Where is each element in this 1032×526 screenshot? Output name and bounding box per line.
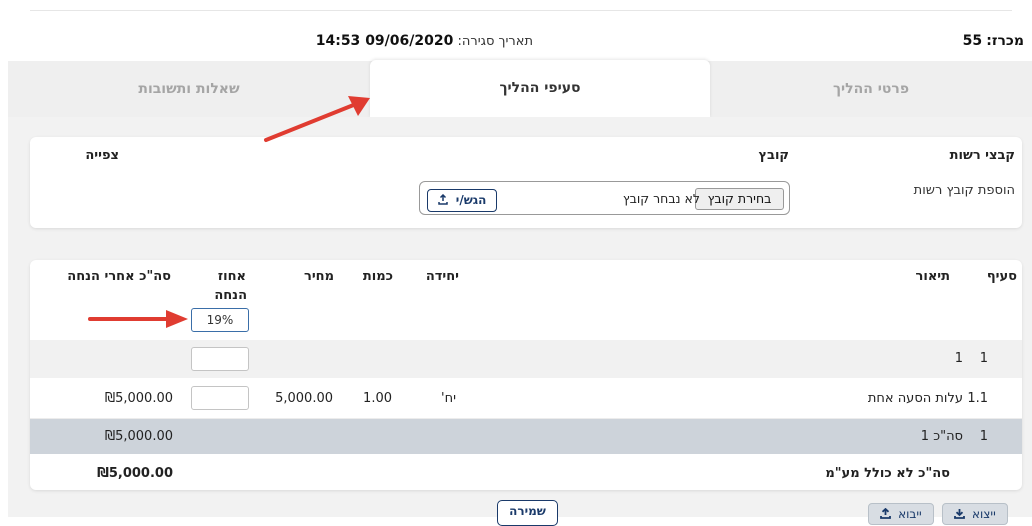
submit-file-button[interactable]: הגש/י	[427, 189, 497, 212]
row2-discount-input[interactable]	[191, 386, 249, 410]
export-label: ייצוא	[972, 507, 996, 521]
top-divider	[30, 10, 1012, 11]
table-row	[30, 419, 1022, 454]
grand-total-value: ₪5,000.00	[97, 466, 173, 481]
tab-procedure-sections-label: סעיפי ההליך	[499, 80, 581, 96]
tab-questions-answers-label: שאלות ותשובות	[138, 81, 240, 97]
upload-icon	[437, 193, 448, 207]
tender-number: 55	[962, 33, 983, 49]
col-discount-line1: אחוז	[217, 269, 246, 284]
row1-section: 1	[979, 351, 988, 366]
row2-price: 5,000.00	[275, 391, 333, 406]
view-column-header: צפייה	[85, 148, 119, 163]
closing-date-value: 09/06/2020 14:53	[315, 33, 454, 49]
import-label: ייבוא	[898, 507, 922, 521]
tab-procedure-details-label: פרטי ההליך	[832, 81, 910, 97]
row3-total: ₪5,000.00	[104, 429, 173, 444]
col-total-after-discount: סה"כ אחרי הנחה	[67, 269, 171, 284]
col-discount-line2: הנחה	[214, 288, 247, 303]
row3-section: 1	[979, 429, 988, 444]
col-quantity: כמות	[362, 269, 393, 284]
global-discount-input[interactable]	[191, 308, 249, 332]
row2-quantity: 1.00	[363, 391, 392, 406]
choose-file-button[interactable]: בחירת קובץ	[695, 188, 784, 210]
tab-bar: פרטי ההליך סעיפי ההליך שאלות ותשובות	[8, 60, 1032, 118]
tender-label: מכרז:	[986, 33, 1024, 49]
upload-icon	[880, 507, 892, 521]
tab-procedure-sections[interactable]: סעיפי ההליך	[370, 60, 710, 118]
annotation-arrow-discount	[88, 310, 188, 328]
download-icon	[954, 507, 966, 521]
col-price: מחיר	[304, 269, 334, 284]
closing-date-label: תאריך סגירה:	[457, 34, 533, 49]
submit-label: הגש/י	[455, 193, 487, 207]
col-section: סעיף	[986, 269, 1017, 284]
row2-total: ₪5,000.00	[104, 391, 173, 406]
row2-description: עלות הסעה אחת	[867, 391, 963, 406]
file-column-header: קובץ	[758, 148, 789, 163]
row1-discount-input[interactable]	[191, 347, 249, 371]
table-row	[30, 340, 1022, 378]
row3-description: סה"כ 1	[920, 429, 963, 444]
col-unit: יחידה	[425, 269, 459, 284]
tab-procedure-details[interactable]: פרטי ההליך	[710, 61, 1032, 117]
add-optional-file-label: הוספת קובץ רשות	[913, 183, 1015, 198]
row1-description: 1	[954, 351, 963, 366]
tender-number-group: מכרז: 55	[963, 33, 1024, 49]
save-button[interactable]: שמירה	[497, 500, 558, 526]
closing-date-group: תאריך סגירה: 09/06/2020 14:53	[316, 33, 533, 49]
col-description: תיאור	[915, 269, 950, 284]
row2-unit: יח'	[441, 391, 456, 406]
optional-files-header: קבצי רשות	[949, 148, 1015, 163]
row2-section: 1.1	[967, 391, 988, 406]
annotation-arrow-tab	[264, 96, 370, 142]
no-file-chosen-text: לא נבחר קובץ	[622, 191, 700, 206]
grand-total-label: סה"כ לא כולל מע"מ	[825, 466, 950, 481]
